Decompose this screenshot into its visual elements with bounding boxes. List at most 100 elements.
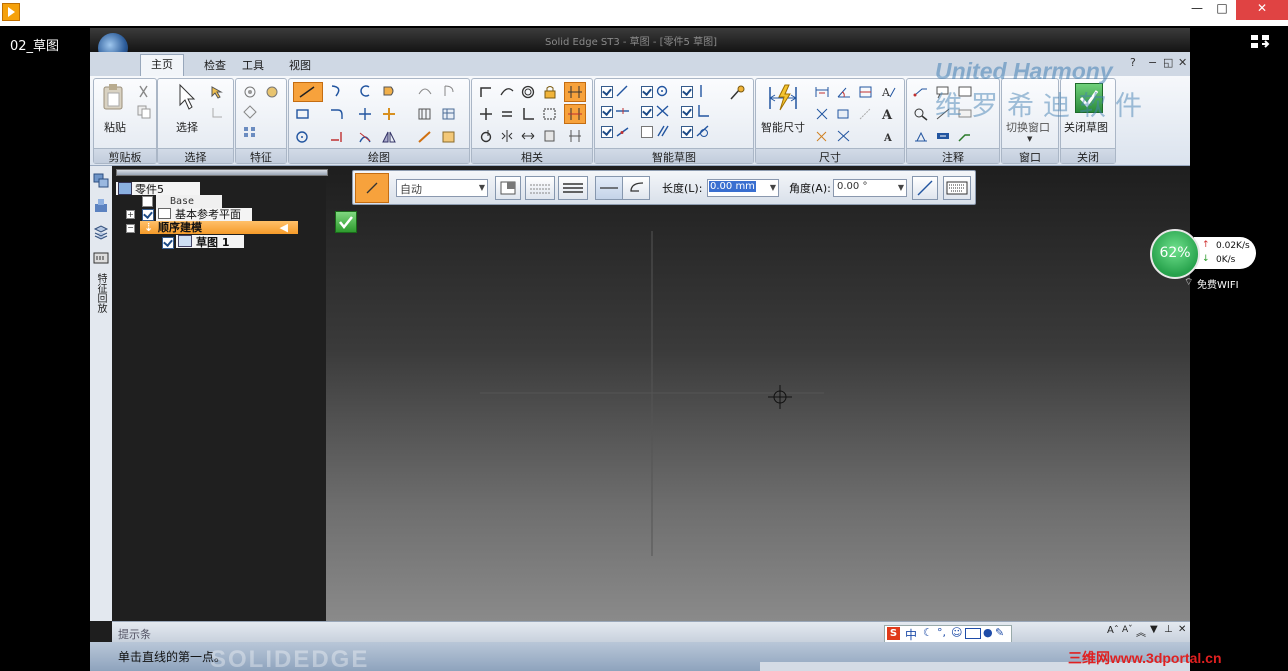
- line-tool-button[interactable]: [293, 82, 323, 102]
- select-filter-icon[interactable]: [210, 105, 226, 119]
- trim-icon[interactable]: [357, 107, 373, 121]
- expand-ref-planes-icon[interactable]: +: [126, 210, 135, 219]
- relationship-handles-button[interactable]: [564, 104, 586, 124]
- circle-center-icon[interactable]: [357, 84, 373, 98]
- distance-between-icon[interactable]: [814, 85, 830, 99]
- minimize-button[interactable]: —: [1185, 0, 1209, 20]
- memory-usage-circle[interactable]: 62%: [1150, 229, 1200, 279]
- keyboard-icon[interactable]: [965, 628, 981, 639]
- intellisketch-checkbox-5[interactable]: [641, 106, 653, 118]
- tree-root-part[interactable]: 零件5: [116, 182, 200, 196]
- pattern-icon[interactable]: [242, 125, 258, 139]
- split-icon[interactable]: [357, 130, 373, 144]
- tab-tools[interactable]: 工具: [232, 56, 274, 76]
- intellisketch-checkbox-9[interactable]: [681, 126, 693, 138]
- cut-icon[interactable]: [136, 85, 152, 99]
- collapse-prompt-icon[interactable]: ︽: [1136, 624, 1146, 639]
- moon-icon[interactable]: ☾: [923, 626, 933, 639]
- tab-view[interactable]: 视图: [279, 56, 321, 76]
- help-icon[interactable]: ?: [1130, 56, 1136, 69]
- intellisketch-checkbox-1[interactable]: [601, 86, 613, 98]
- rigid-set-icon[interactable]: [542, 107, 558, 121]
- fillet-icon[interactable]: [329, 107, 345, 121]
- maximize-button[interactable]: □: [1210, 0, 1234, 20]
- tree-item-sketch[interactable]: 草图 1: [176, 235, 244, 249]
- mode-select[interactable]: 自动 ▼: [396, 179, 488, 197]
- sketch-checkbox[interactable]: [162, 237, 174, 249]
- maintain-relationships-button[interactable]: [564, 82, 586, 102]
- coordinate-dimension-icon[interactable]: [858, 85, 874, 99]
- angle-between-icon[interactable]: [836, 85, 852, 99]
- smart-dimension-button[interactable]: 智能尺寸: [761, 119, 805, 135]
- feature-playback-tab[interactable]: 特征回放: [94, 273, 108, 313]
- ribbon-minimize-icon[interactable]: −: [1148, 56, 1157, 69]
- symmetric-icon[interactable]: [499, 129, 515, 143]
- exit-fullscreen-icon[interactable]: [1250, 34, 1270, 50]
- lock-icon[interactable]: [542, 85, 558, 99]
- ime-mode[interactable]: 中: [905, 626, 917, 643]
- line-width-button[interactable]: [558, 176, 588, 200]
- round-icon[interactable]: [264, 85, 280, 99]
- smart-dimension-icon[interactable]: [766, 83, 802, 113]
- ribbon-restore-icon[interactable]: ◱: [1163, 56, 1173, 69]
- intellisketch-options-icon[interactable]: [728, 85, 746, 103]
- free-wifi-label[interactable]: 免费WIFI: [1197, 276, 1239, 291]
- intellisketch-checkbox-6[interactable]: [681, 106, 693, 118]
- features-library-tab-icon[interactable]: [93, 198, 109, 212]
- sogou-ime-icon[interactable]: S: [887, 627, 900, 640]
- feature-playback-tab-icon[interactable]: [93, 250, 109, 264]
- paste-button[interactable]: 粘贴: [104, 119, 126, 135]
- concentric-icon[interactable]: [520, 85, 536, 99]
- offset-icon[interactable]: [242, 105, 258, 119]
- angular-coordinate-icon[interactable]: [836, 107, 852, 121]
- rectangle-icon[interactable]: [295, 107, 311, 121]
- tab-home[interactable]: 主页: [140, 54, 184, 77]
- dimension-style-icon[interactable]: [836, 129, 852, 143]
- chamfer-dimension-icon[interactable]: [858, 107, 874, 121]
- angle-dropdown-icon[interactable]: ▼: [898, 183, 904, 192]
- paste-icon[interactable]: [102, 83, 124, 111]
- pathfinder-splitter[interactable]: [116, 169, 328, 176]
- parallel-dim-icon[interactable]: [520, 129, 536, 143]
- tree-item-ordered[interactable]: ⇣ 顺序建模 ◀: [140, 221, 298, 234]
- mirror-icon[interactable]: [417, 107, 433, 121]
- pathfinder-tab-icon[interactable]: [93, 172, 109, 188]
- line-color-button[interactable]: [495, 176, 521, 200]
- prompt-dropdown-icon[interactable]: ▼: [1150, 624, 1158, 635]
- ribbon-close-icon[interactable]: ✕: [1178, 56, 1187, 69]
- pin-icon[interactable]: ⊥: [1164, 624, 1173, 635]
- select-button[interactable]: 选择: [176, 119, 198, 135]
- line-type-button[interactable]: [525, 176, 555, 200]
- extend-icon[interactable]: [329, 130, 345, 144]
- line-mode-button[interactable]: [595, 176, 623, 200]
- surface-texture-icon[interactable]: [913, 107, 929, 121]
- collinear-icon[interactable]: [478, 129, 494, 143]
- leader-icon[interactable]: [913, 85, 929, 99]
- network-speed-widget[interactable]: ↑ 0.02K/s ↓ 0K/s 62%: [1150, 229, 1258, 279]
- equal-icon[interactable]: [499, 107, 515, 121]
- auto-dimension-icon[interactable]: [814, 129, 830, 143]
- project-icon[interactable]: [441, 84, 457, 98]
- punctuation-icon[interactable]: °,: [937, 626, 946, 639]
- close-button[interactable]: ✕: [1236, 0, 1288, 20]
- offset-curve-icon[interactable]: [417, 84, 433, 98]
- intellisketch-checkbox-8[interactable]: [641, 126, 653, 138]
- connect-icon[interactable]: [478, 85, 494, 99]
- intellisketch-checkbox-3[interactable]: [681, 86, 693, 98]
- mirror-triangle-icon[interactable]: [381, 130, 397, 144]
- table-icon[interactable]: [441, 107, 457, 121]
- tab-inspect[interactable]: 检查: [194, 56, 236, 76]
- accept-checkmark-icon[interactable]: [335, 211, 357, 233]
- text-profile-icon[interactable]: A: [880, 85, 896, 99]
- relationship-assistant-icon[interactable]: [567, 129, 583, 143]
- select-tools-icon[interactable]: [210, 85, 226, 99]
- copy-icon[interactable]: [136, 105, 152, 119]
- font-increase-icon[interactable]: Aˆ: [1107, 625, 1119, 636]
- collapse-ordered-icon[interactable]: −: [126, 224, 135, 233]
- tangent-icon[interactable]: [499, 85, 515, 99]
- arc-icon[interactable]: [329, 84, 345, 98]
- tree-item-base[interactable]: Base: [156, 195, 222, 208]
- angle-field[interactable]: 0.00 ° ▼: [833, 179, 907, 197]
- fill-icon[interactable]: [381, 84, 397, 98]
- prompt-close-icon[interactable]: ✕: [1178, 624, 1186, 635]
